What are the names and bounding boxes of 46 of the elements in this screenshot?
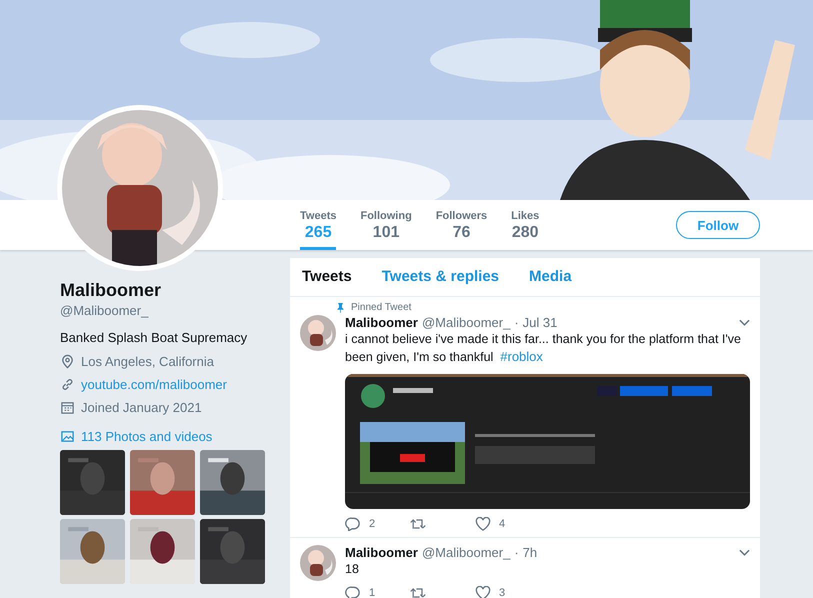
reply-icon[interactable] xyxy=(345,586,361,598)
reply-icon[interactable] xyxy=(345,517,361,531)
timeline-tab[interactable]: Tweets xyxy=(302,268,352,296)
stat-tab[interactable]: Following 101 xyxy=(360,200,412,250)
tweet-handle: @Maliboomer_ xyxy=(422,315,510,330)
profile-bio: Banked Splash Boat Supremacy xyxy=(60,330,248,345)
tweet-handle: @Maliboomer_ xyxy=(422,545,510,560)
location-pin-icon xyxy=(60,354,75,368)
hashtag-link[interactable]: #roblox xyxy=(500,349,543,364)
profile-detail: Joined January 2021 xyxy=(81,400,202,414)
profile-name: Maliboomer xyxy=(60,280,162,301)
chevron-down-icon[interactable] xyxy=(739,318,750,326)
reply-count: 2 xyxy=(369,518,376,530)
pin-icon xyxy=(336,302,345,313)
reply-count: 1 xyxy=(369,587,376,598)
website-link[interactable]: youtube.com/maliboomer xyxy=(81,376,227,392)
tweet-text: i cannot believe i've made it this far... thank you for the platform that I've been given, I'm so thankful #roblox xyxy=(345,331,742,366)
chevron-down-icon[interactable] xyxy=(739,548,750,556)
stat-tab[interactable]: Tweets 265 xyxy=(300,200,336,250)
tweet-time[interactable]: 7h xyxy=(522,545,538,560)
user-avatar[interactable] xyxy=(300,315,336,351)
stat-tab[interactable]: Followers 76 xyxy=(436,200,488,250)
like-count: 3 xyxy=(499,587,506,598)
profile-detail: Los Angeles, California xyxy=(81,354,214,368)
timeline-tab[interactable]: Media xyxy=(529,268,572,296)
tweet-text: 18 xyxy=(345,561,360,578)
calendar-icon xyxy=(60,400,75,414)
separator-dot: · xyxy=(514,315,519,330)
heart-icon[interactable] xyxy=(475,517,491,531)
like-count: 4 xyxy=(499,518,506,530)
separator-dot: · xyxy=(514,545,519,560)
timeline-tab[interactable]: Tweets & replies xyxy=(382,268,500,296)
profile-handle: @Maliboomer_ xyxy=(60,303,150,318)
photos-link[interactable]: 113 Photos and videos xyxy=(81,429,212,444)
link-icon xyxy=(60,376,75,392)
tweet-author[interactable]: Maliboomer xyxy=(345,315,418,330)
pinned-label: Pinned Tweet xyxy=(351,302,412,313)
photo-icon xyxy=(60,429,75,444)
retweet-icon[interactable] xyxy=(410,586,426,598)
tweet-author[interactable]: Maliboomer xyxy=(345,545,418,560)
retweet-icon[interactable] xyxy=(410,517,426,531)
user-avatar[interactable] xyxy=(300,545,336,581)
heart-icon[interactable] xyxy=(475,586,491,598)
stat-tab[interactable]: Likes 280 xyxy=(511,200,540,250)
follow-button[interactable]: Follow xyxy=(676,211,760,239)
tweet-time[interactable]: Jul 31 xyxy=(522,315,558,330)
